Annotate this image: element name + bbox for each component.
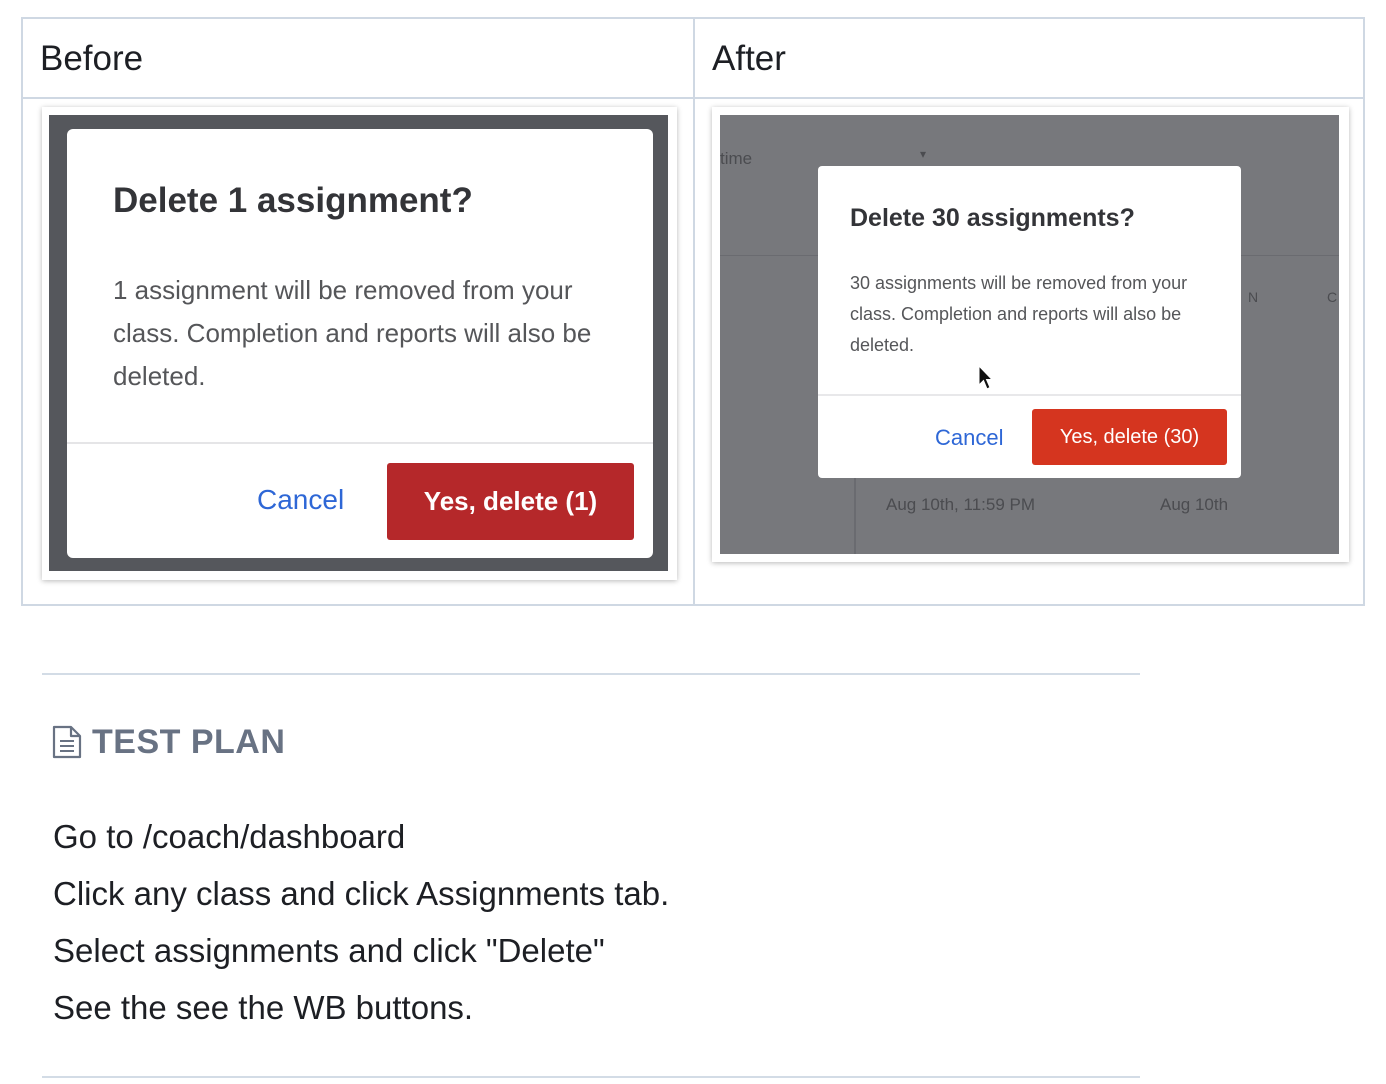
section-divider-top	[42, 673, 1140, 675]
test-step: Go to /coach/dashboard	[53, 818, 406, 855]
after-header: After	[712, 39, 786, 78]
column-divider	[693, 19, 695, 604]
before-dialog-separator	[67, 442, 653, 444]
before-confirm-delete-button[interactable]: Yes, delete (1)	[387, 463, 634, 540]
before-dialog-title: Delete 1 assignment?	[113, 181, 473, 220]
test-step: Select assignments and click "Delete"	[53, 932, 605, 969]
test-plan-heading: TEST PLAN	[52, 720, 285, 764]
before-delete-dialog: Delete 1 assignment? 1 assignment will b…	[67, 129, 653, 558]
document-icon	[52, 725, 82, 759]
after-cancel-button[interactable]: Cancel	[935, 425, 1003, 451]
after-bg-col-line	[854, 478, 856, 554]
after-bg-dropdown-icon: ▾	[920, 147, 927, 161]
after-dialog-title: Delete 30 assignments?	[850, 204, 1135, 232]
mouse-cursor-icon	[978, 365, 994, 390]
test-step: See the see the WB buttons.	[53, 989, 474, 1026]
before-cancel-button[interactable]: Cancel	[257, 484, 344, 516]
section-divider-bottom	[42, 1076, 1140, 1078]
after-bg-header-fragment: time	[720, 149, 753, 168]
after-bg-col-n: N	[1248, 289, 1259, 305]
before-header: Before	[40, 39, 144, 78]
before-screenshot: Delete 1 assignment? 1 assignment will b…	[42, 107, 677, 580]
before-dialog-body: 1 assignment will be removed from your c…	[113, 275, 592, 391]
test-plan-title: TEST PLAN	[92, 722, 286, 761]
page: Before After Delete 1 assignment? 1 assi…	[0, 0, 1386, 1084]
after-bg-due-date: Aug 10th, 11:59 PM	[886, 495, 1036, 514]
after-dialog-separator	[818, 394, 1241, 396]
after-dialog-body: 30 assignments will be removed from your…	[850, 273, 1188, 355]
after-screenshot: time ▾ N C Aug 10th, 11:59 PM Aug 10th D…	[712, 107, 1349, 562]
after-modal-overlay: time ▾ N C Aug 10th, 11:59 PM Aug 10th D…	[720, 115, 1339, 554]
test-step: Click any class and click Assignments ta…	[53, 875, 670, 912]
before-modal-overlay: Delete 1 assignment? 1 assignment will b…	[49, 115, 668, 571]
test-plan-steps: Go to /coach/dashboard Click any class a…	[53, 808, 669, 1036]
after-confirm-delete-button[interactable]: Yes, delete (30)	[1032, 409, 1227, 465]
after-delete-dialog: Delete 30 assignments? 30 assignments wi…	[818, 166, 1241, 478]
comparison-table: Before After Delete 1 assignment? 1 assi…	[21, 17, 1365, 606]
after-bg-col-c: C	[1327, 289, 1338, 305]
after-bg-date: Aug 10th	[1160, 495, 1229, 514]
